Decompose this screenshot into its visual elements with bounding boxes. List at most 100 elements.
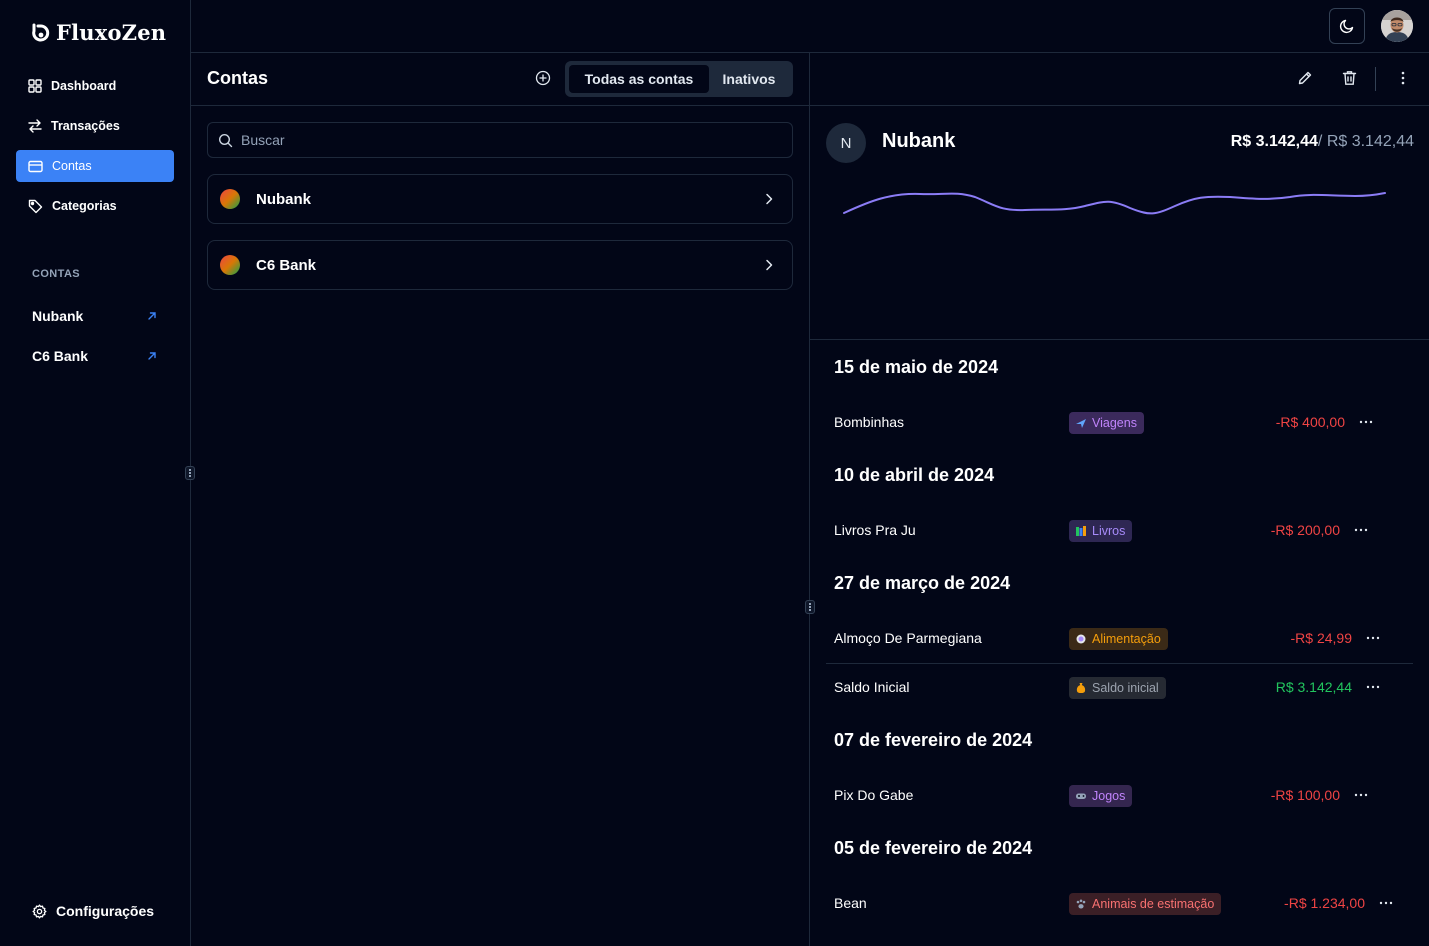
account-detail-panel: N Nubank R$ 3.142,44/ R$ 3.142,44 15 de … <box>810 53 1429 946</box>
date-heading: 07 de fevereiro de 2024 <box>834 730 1033 750</box>
vertical-dots-icon <box>1397 70 1409 86</box>
toolbar-divider <box>1375 67 1376 91</box>
sidebar-nav: Dashboard Transações Contas Categorias <box>16 70 174 230</box>
transaction-menu-button[interactable] <box>1353 785 1369 805</box>
transaction-description: Bean <box>834 895 867 911</box>
books-icon <box>1075 525 1087 537</box>
account-card-name: C6 Bank <box>256 256 317 274</box>
trash-icon <box>1342 70 1357 86</box>
account-filter-tabs: Todas as contas Inativos <box>565 61 793 97</box>
search-input[interactable] <box>241 132 761 148</box>
transaction-row[interactable]: Livros Pra Ju Livros -R$ 200,00 <box>826 514 1413 548</box>
more-options-button[interactable] <box>1397 70 1409 86</box>
category-badge[interactable]: Animais de estimação <box>1069 893 1222 915</box>
transaction-amount: -R$ 1.234,00 <box>1284 895 1365 911</box>
transaction-row[interactable]: Bean Animais de estimação -R$ 1.234,00 <box>826 887 1413 921</box>
transaction-description: Bombinhas <box>834 414 905 430</box>
horizontal-dots-icon <box>1365 628 1381 648</box>
transaction-row[interactable]: Almoço De Parmegiana Alimentação -R$ 24,… <box>826 622 1413 664</box>
sidebar-item-label: Contas <box>52 159 92 173</box>
chevron-right-icon <box>762 192 776 206</box>
theme-toggle-button[interactable] <box>1329 8 1365 44</box>
search-icon <box>218 133 233 148</box>
user-avatar[interactable] <box>1381 10 1413 42</box>
horizontal-dots-icon <box>1358 412 1374 432</box>
account-card-nubank[interactable]: Nubank <box>207 174 793 224</box>
app-logo[interactable]: FluxoZen <box>30 20 166 45</box>
category-badge[interactable]: Alimentação <box>1069 628 1168 650</box>
date-heading: 15 de maio de 2024 <box>834 357 999 377</box>
add-account-button[interactable] <box>535 70 551 86</box>
account-color-dot <box>220 189 240 209</box>
plate-icon <box>1075 633 1087 645</box>
horizontal-dots-icon <box>1365 677 1381 697</box>
category-badge[interactable]: Livros <box>1069 520 1133 542</box>
current-balance: R$ 3.142,44 <box>1230 133 1318 150</box>
tab-inativos[interactable]: Inativos <box>711 65 787 93</box>
sidebar-account-nubank[interactable]: Nubank <box>32 306 157 326</box>
gamepad-icon <box>1075 790 1087 802</box>
edit-button[interactable] <box>1297 70 1313 86</box>
grid-icon <box>28 79 42 93</box>
transactions-list: 15 de maio de 2024 Bombinhas Viagens -R$… <box>810 339 1429 946</box>
sidebar-account-label: C6 Bank <box>32 348 89 364</box>
transaction-menu-button[interactable] <box>1358 412 1374 432</box>
plus-circle-icon <box>535 70 551 86</box>
sidebar-item-label: Dashboard <box>51 79 117 93</box>
sidebar-item-categorias[interactable]: Categorias <box>16 190 174 222</box>
transaction-menu-button[interactable] <box>1365 677 1381 697</box>
account-name: Nubank <box>882 130 956 152</box>
gear-icon <box>32 903 47 919</box>
chevron-right-icon <box>762 258 776 272</box>
account-avatar: N <box>826 123 866 163</box>
transaction-description: Saldo Inicial <box>834 679 910 695</box>
accounts-panel: Contas Todas as contas Inativos Nubank <box>191 53 810 946</box>
category-badge[interactable]: Saldo inicial <box>1069 677 1166 699</box>
sidebar-item-contas[interactable]: Contas <box>16 150 174 182</box>
transaction-row[interactable]: Pix Do Gabe Jogos -R$ 100,00 <box>826 779 1413 813</box>
transaction-menu-button[interactable] <box>1365 628 1381 648</box>
airplane-icon <box>1075 417 1087 429</box>
page-title: Contas <box>207 68 269 88</box>
category-badge[interactable]: Viagens <box>1069 412 1144 434</box>
tab-todas-as-contas[interactable]: Todas as contas <box>569 65 709 93</box>
sidebar: FluxoZen Dashboard Transações Contas Cat… <box>0 0 191 946</box>
delete-button[interactable] <box>1342 70 1357 86</box>
topbar <box>191 0 1429 53</box>
sidebar-item-transactions[interactable]: Transações <box>16 110 174 142</box>
total-balance: / R$ 3.142,44 <box>1317 133 1414 150</box>
settings-button[interactable]: Configurações <box>32 900 154 922</box>
category-label: Jogos <box>1092 789 1126 803</box>
category-label: Alimentação <box>1092 632 1161 646</box>
moon-icon <box>1339 18 1355 34</box>
settings-label: Configurações <box>56 903 155 919</box>
card-icon <box>28 160 43 173</box>
transaction-menu-button[interactable] <box>1378 893 1394 913</box>
arrows-icon <box>28 119 42 133</box>
transaction-menu-button[interactable] <box>1353 520 1369 540</box>
external-link-icon <box>147 351 157 361</box>
sidebar-item-label: Categorias <box>52 199 117 213</box>
horizontal-dots-icon <box>1353 520 1369 540</box>
sidebar-item-dashboard[interactable]: Dashboard <box>16 70 174 102</box>
account-balance: R$ 3.142,44/ R$ 3.142,44 <box>1231 133 1414 151</box>
date-heading: 05 de fevereiro de 2024 <box>834 838 1033 858</box>
account-header: N Nubank R$ 3.142,44/ R$ 3.142,44 <box>826 123 1414 163</box>
account-card-c6-bank[interactable]: C6 Bank <box>207 240 793 290</box>
sidebar-item-label: Transações <box>51 119 120 133</box>
transaction-amount: -R$ 400,00 <box>1275 414 1345 430</box>
transaction-row[interactable]: Bombinhas Viagens -R$ 400,00 <box>826 406 1413 440</box>
tag-icon <box>28 199 43 214</box>
category-label: Animais de estimação <box>1092 897 1215 911</box>
sidebar-account-label: Nubank <box>32 308 84 324</box>
search-box <box>207 122 793 158</box>
accounts-section-title: CONTAS <box>32 268 81 280</box>
transaction-row[interactable]: Saldo Inicial Saldo inicial R$ 3.142,44 <box>826 671 1413 705</box>
pencil-icon <box>1297 70 1313 86</box>
transaction-amount: -R$ 200,00 <box>1270 522 1340 538</box>
account-card-name: Nubank <box>256 190 312 208</box>
category-badge[interactable]: Jogos <box>1069 785 1133 807</box>
category-label: Viagens <box>1092 416 1137 430</box>
accounts-panel-header: Contas Todas as contas Inativos <box>191 53 809 106</box>
sidebar-account-c6-bank[interactable]: C6 Bank <box>32 346 157 366</box>
